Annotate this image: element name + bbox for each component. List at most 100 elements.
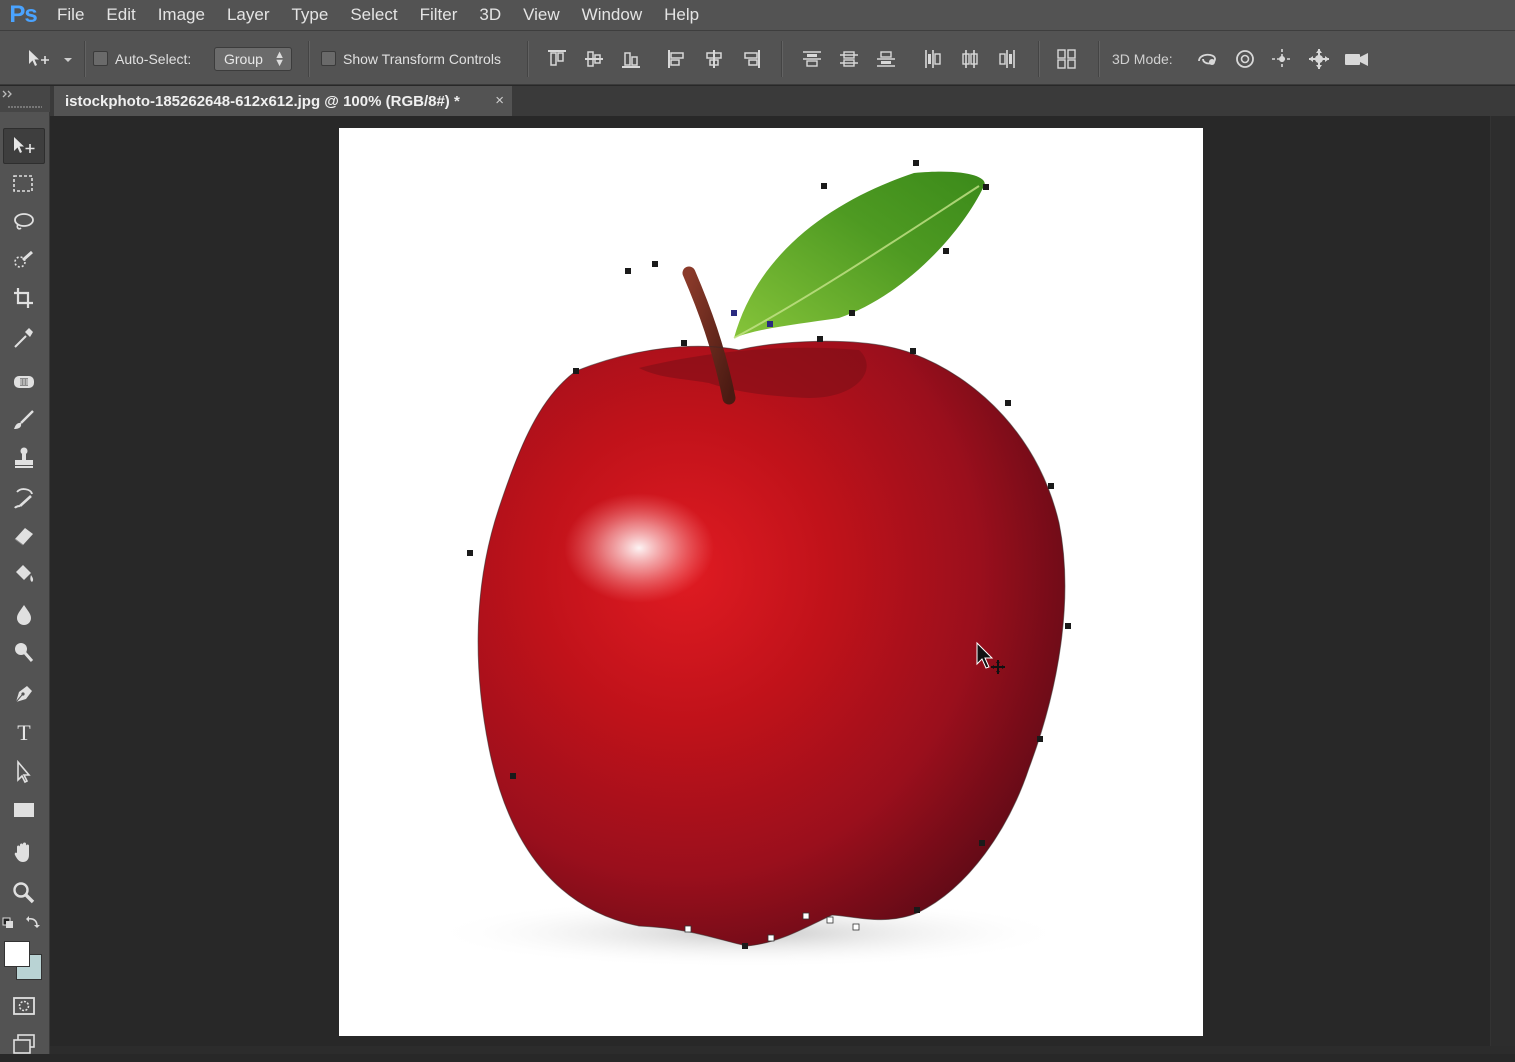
document-tab[interactable]: istockphoto-185262648-612x612.jpg @ 100%… <box>54 86 512 116</box>
distribute-bottom-icon <box>877 50 895 67</box>
3d-video-camera-icon <box>1345 52 1368 66</box>
tool-rectangular-marquee[interactable] <box>3 166 45 202</box>
tool-blur[interactable] <box>3 596 45 632</box>
document-tab-bar: istockphoto-185262648-612x612.jpg @ 100%… <box>50 86 1515 116</box>
quick-selection-brush-icon <box>14 250 33 268</box>
dodge-icon <box>15 643 34 662</box>
3d-drag-button[interactable] <box>1270 31 1294 86</box>
panel-header[interactable] <box>0 86 50 112</box>
3d-slide-button[interactable] <box>1306 31 1332 86</box>
menu-select[interactable]: Select <box>339 0 408 30</box>
align-top-edges-button[interactable] <box>545 31 569 86</box>
show-transform-controls-checkbox[interactable] <box>321 51 336 66</box>
distribute-bottom-button[interactable] <box>874 31 898 86</box>
magnifier-icon <box>13 882 35 904</box>
rectangle-shape-icon <box>14 803 34 817</box>
document-canvas[interactable] <box>339 128 1203 1036</box>
3d-scale-button[interactable] <box>1343 31 1371 86</box>
quick-mask-icon <box>13 997 35 1015</box>
3d-rotate-button[interactable] <box>1195 31 1221 86</box>
distribute-horizontal-centers-button[interactable] <box>958 31 982 86</box>
auto-align-layers-icon <box>1057 48 1076 69</box>
menu-type[interactable]: Type <box>280 0 339 30</box>
align-left-edges-button[interactable] <box>665 31 689 86</box>
tool-history-brush[interactable] <box>3 480 45 516</box>
tool-path-selection[interactable] <box>3 754 45 790</box>
eyedropper-icon <box>14 328 33 348</box>
tool-clone-stamp[interactable] <box>3 440 45 476</box>
tool-eraser[interactable] <box>3 518 45 554</box>
distribute-horizontal-centers-icon <box>962 49 978 68</box>
align-vertical-centers-button[interactable] <box>582 31 606 86</box>
menu-3d[interactable]: 3D <box>468 0 512 30</box>
document-title: istockphoto-185262648-612x612.jpg @ 100%… <box>65 92 460 110</box>
quick-mask-button[interactable] <box>3 988 45 1024</box>
eraser-icon <box>14 528 33 546</box>
tool-type[interactable]: T <box>3 714 45 750</box>
menu-window[interactable]: Window <box>571 0 653 30</box>
tool-healing-brush[interactable] <box>3 364 45 400</box>
tools-panel: T <box>0 86 50 1054</box>
3d-roll-button[interactable] <box>1233 31 1257 86</box>
align-left-edges-icon <box>668 49 684 68</box>
tool-zoom[interactable] <box>3 874 45 910</box>
tool-crop[interactable] <box>3 280 45 316</box>
close-tab-icon[interactable]: × <box>495 92 504 109</box>
apple-photo <box>429 160 1071 968</box>
foreground-color-swatch[interactable] <box>4 941 30 967</box>
tool-dodge[interactable] <box>3 634 45 670</box>
move-arrow-icon <box>29 49 72 66</box>
auto-select-checkbox[interactable] <box>93 51 108 66</box>
menu-image[interactable]: Image <box>147 0 216 30</box>
move-arrow-icon <box>14 137 35 153</box>
3d-mode-label: 3D Mode: <box>1112 50 1173 67</box>
tool-brush[interactable] <box>3 402 45 438</box>
tool-eyedropper[interactable] <box>3 320 45 356</box>
3d-slide-icon <box>1309 48 1329 69</box>
distribute-left-icon <box>925 49 941 68</box>
history-brush-icon <box>14 488 33 509</box>
tool-lasso[interactable] <box>3 204 45 240</box>
tool-hand[interactable] <box>3 834 45 870</box>
distribute-left-button[interactable] <box>921 31 945 86</box>
distribute-vertical-centers-button[interactable] <box>837 31 861 86</box>
bandage-icon <box>14 376 34 388</box>
menu-filter[interactable]: Filter <box>409 0 469 30</box>
screen-mode-button[interactable] <box>3 1026 45 1062</box>
tool-paint-bucket[interactable] <box>3 556 45 592</box>
align-bottom-edges-button[interactable] <box>619 31 643 86</box>
distribute-right-icon <box>999 49 1015 68</box>
auto-select-dropdown[interactable]: Group ▲ ▼ <box>214 47 292 71</box>
align-bottom-edges-icon <box>622 51 640 68</box>
vertical-scrollbar[interactable] <box>1490 116 1515 1054</box>
lasso-icon <box>14 213 34 230</box>
auto-select-value: Group <box>224 51 263 67</box>
menu-view[interactable]: View <box>512 0 571 30</box>
align-right-edges-button[interactable] <box>739 31 763 86</box>
tool-move[interactable] <box>3 128 45 164</box>
brush-icon <box>14 410 34 429</box>
menu-file[interactable]: File <box>46 0 95 30</box>
default-colors-icon[interactable] <box>0 914 50 932</box>
align-horizontal-centers-button[interactable] <box>702 31 726 86</box>
distribute-top-button[interactable] <box>800 31 824 86</box>
collapse-panel-icon <box>2 90 42 108</box>
menu-layer[interactable]: Layer <box>216 0 281 30</box>
menu-edit[interactable]: Edit <box>95 0 146 30</box>
auto-align-layers-button[interactable] <box>1055 31 1079 86</box>
pen-nib-icon <box>15 686 32 703</box>
menu-help[interactable]: Help <box>653 0 710 30</box>
dashed-rect-icon <box>13 175 33 192</box>
tool-preset-picker[interactable] <box>24 31 74 86</box>
align-top-edges-icon <box>548 49 566 66</box>
3d-rotate-icon <box>1198 53 1216 65</box>
tool-pen[interactable] <box>3 676 45 712</box>
distribute-right-button[interactable] <box>995 31 1019 86</box>
options-bar: Auto-Select: Group ▲ ▼ Show Transform Con… <box>0 30 1515 85</box>
hand-icon <box>14 842 29 862</box>
tool-rectangle[interactable] <box>3 792 45 828</box>
tool-quick-selection[interactable] <box>3 242 45 278</box>
align-right-edges-icon <box>744 49 760 68</box>
align-vertical-centers-icon <box>585 50 603 67</box>
show-transform-controls-label: Show Transform Controls <box>343 50 501 67</box>
